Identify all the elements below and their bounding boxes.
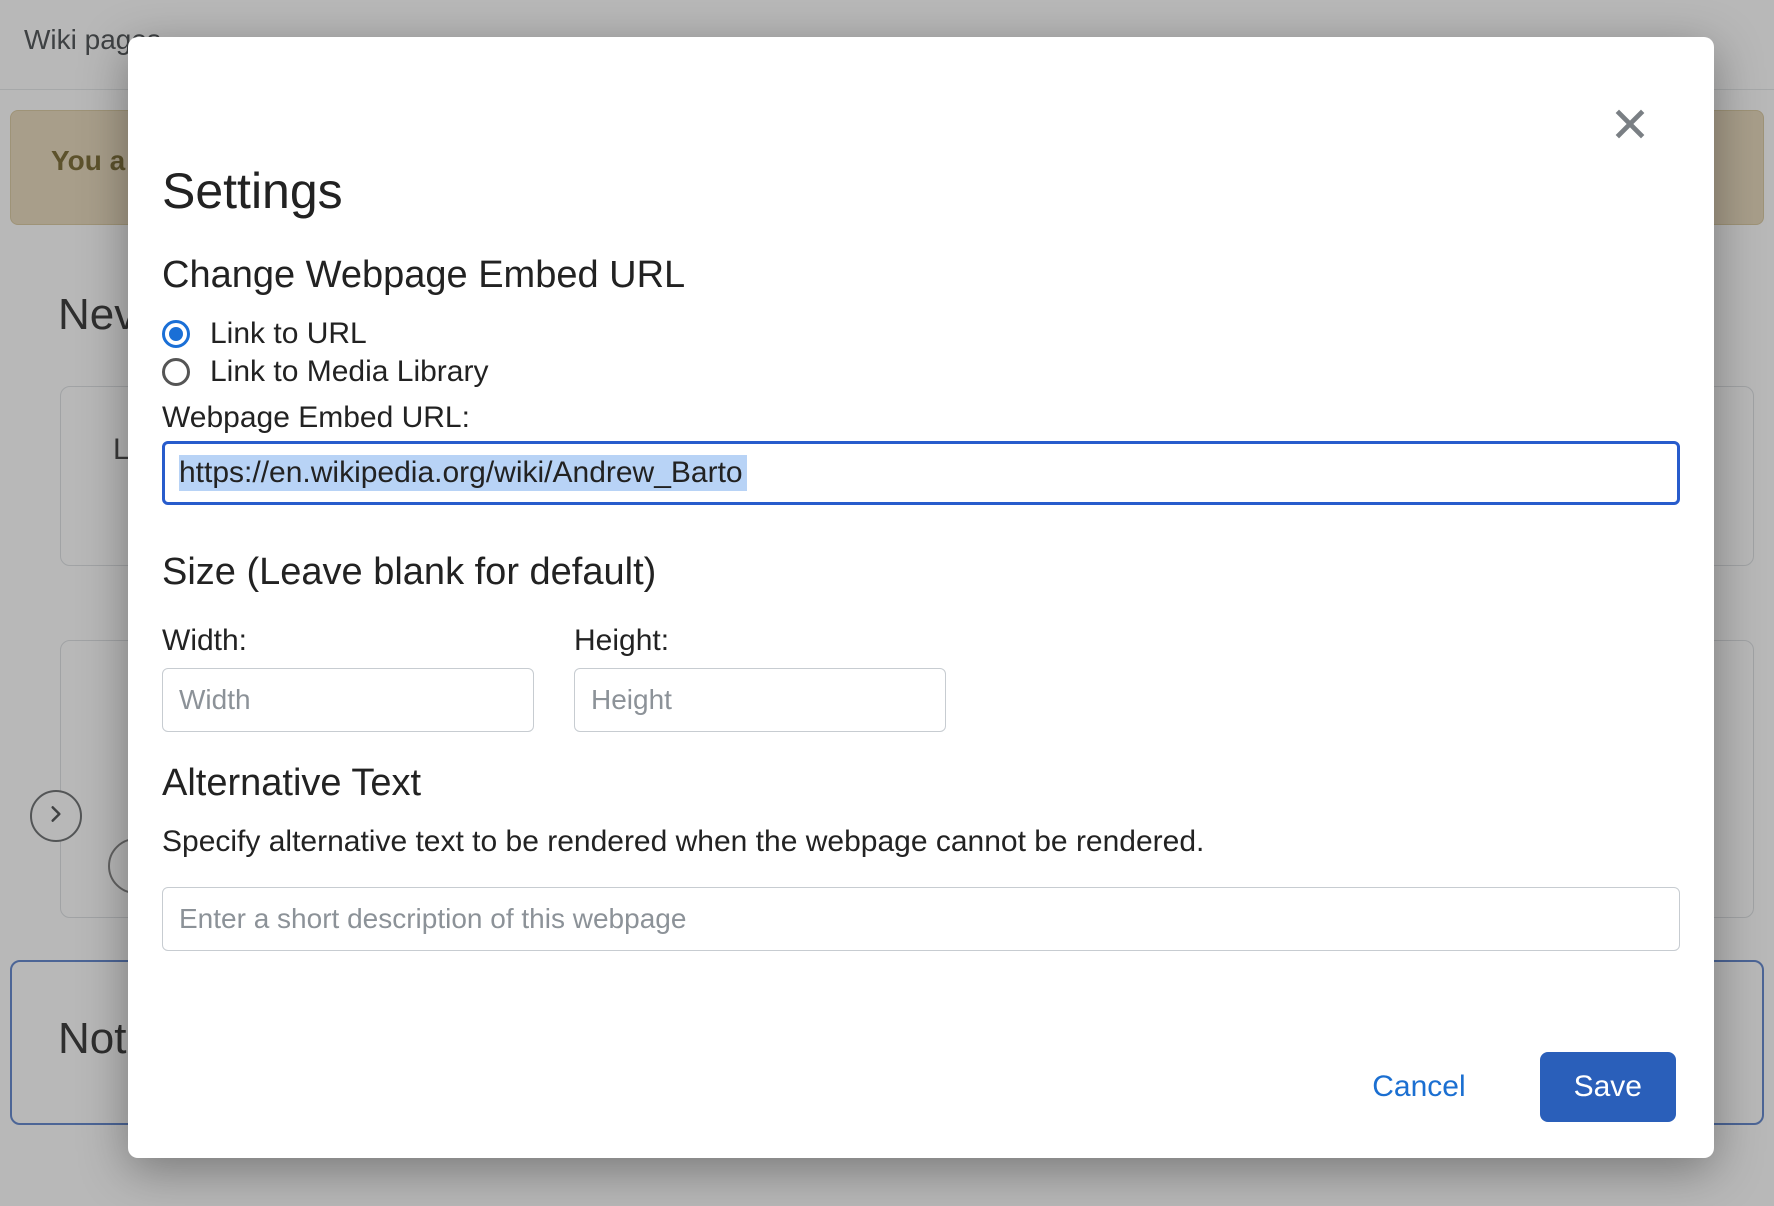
modal-title: Settings: [162, 162, 1680, 220]
radio-link-media-label[interactable]: Link to Media Library: [210, 355, 488, 389]
section-size: Size (Leave blank for default): [162, 551, 1680, 594]
height-input[interactable]: [574, 668, 946, 732]
modal-body: Settings Change Webpage Embed URL Link t…: [162, 162, 1680, 1028]
width-col: Width:: [162, 624, 534, 732]
embed-url-input[interactable]: [162, 441, 1680, 505]
alt-text-input[interactable]: [162, 887, 1680, 951]
save-button[interactable]: Save: [1540, 1052, 1676, 1122]
alt-description: Specify alternative text to be rendered …: [162, 825, 1680, 859]
width-input[interactable]: [162, 668, 534, 732]
section-alt: Alternative Text: [162, 762, 1680, 805]
radio-row-link-media[interactable]: Link to Media Library: [162, 355, 1680, 389]
embed-url-wrap: [162, 441, 1680, 505]
radio-row-link-url[interactable]: Link to URL: [162, 317, 1680, 351]
settings-modal: Settings Change Webpage Embed URL Link t…: [128, 37, 1714, 1158]
close-icon: [1611, 105, 1649, 146]
radio-link-media[interactable]: [162, 358, 190, 386]
height-label: Height:: [574, 624, 946, 658]
section-change-url: Change Webpage Embed URL: [162, 254, 1680, 297]
height-col: Height:: [574, 624, 946, 732]
modal-footer: Cancel Save: [1338, 1052, 1676, 1122]
close-button[interactable]: [1602, 97, 1658, 153]
cancel-button[interactable]: Cancel: [1338, 1052, 1499, 1122]
width-label: Width:: [162, 624, 534, 658]
radio-link-url-label[interactable]: Link to URL: [210, 317, 367, 351]
radio-link-url[interactable]: [162, 320, 190, 348]
size-grid: Width: Height:: [162, 624, 1680, 732]
embed-url-label: Webpage Embed URL:: [162, 401, 1680, 435]
